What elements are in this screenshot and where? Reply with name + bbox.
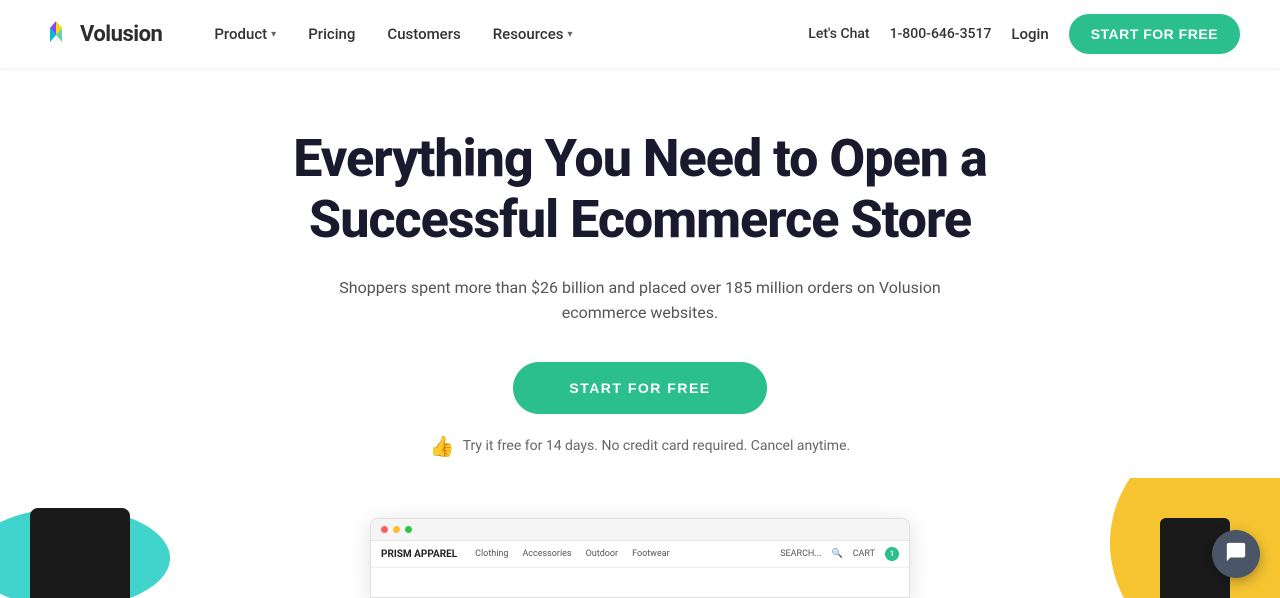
navbar: Volusion Product ▾ Pricing Customers Res… xyxy=(0,0,1280,68)
mock-store-actions: SEARCH... 🔍 CART 1 xyxy=(780,547,899,561)
search-icon: 🔍 xyxy=(831,549,842,559)
browser-dot-green xyxy=(405,526,412,533)
browser-content: PRISM APPAREL Clothing Accessories Outdo… xyxy=(371,541,909,568)
thumbs-up-icon: 👍 xyxy=(430,434,455,458)
dark-jacket-shape xyxy=(30,508,130,598)
chat-bubble-icon xyxy=(1225,541,1247,568)
chat-bubble-button[interactable] xyxy=(1212,530,1260,578)
hero-section: Everything You Need to Open a Successful… xyxy=(0,68,1280,488)
logo-label: Volusion xyxy=(80,22,162,47)
nav-pricing[interactable]: Pricing xyxy=(292,17,371,51)
mock-cart-badge: 1 xyxy=(885,547,899,561)
hero-subtitle: Shoppers spent more than $26 billion and… xyxy=(330,275,950,326)
lets-chat-link[interactable]: Let's Chat xyxy=(808,26,869,42)
browser-bar xyxy=(371,519,909,541)
nav-links: Product ▾ Pricing Customers Resources ▾ xyxy=(198,17,808,51)
hero-cta-button[interactable]: START FOR FREE xyxy=(513,362,766,414)
hero-title: Everything You Need to Open a Successful… xyxy=(240,128,1040,251)
mock-browser-preview: PRISM APPAREL Clothing Accessories Outdo… xyxy=(370,518,910,598)
nav-product[interactable]: Product ▾ xyxy=(198,17,292,51)
phone-number: 1-800-646-3517 xyxy=(890,26,992,42)
nav-resources[interactable]: Resources ▾ xyxy=(477,17,589,51)
mock-store-nav: Clothing Accessories Outdoor Footwear xyxy=(475,549,670,559)
trial-info: 👍 Try it free for 14 days. No credit car… xyxy=(430,434,850,458)
mock-nav-accessories: Accessories xyxy=(522,549,571,559)
mock-nav-outdoor: Outdoor xyxy=(586,549,619,559)
chevron-down-icon-2: ▾ xyxy=(568,29,573,40)
logo[interactable]: Volusion xyxy=(40,18,162,50)
mock-store-brand: PRISM APPAREL xyxy=(381,549,457,560)
nav-customers[interactable]: Customers xyxy=(371,17,476,51)
trial-text-label: Try it free for 14 days. No credit card … xyxy=(463,438,851,454)
mock-search-label: SEARCH... xyxy=(780,549,821,559)
nav-right: Let's Chat 1-800-646-3517 Login START FO… xyxy=(808,14,1240,54)
login-link[interactable]: Login xyxy=(1011,25,1048,43)
mock-nav-footwear: Footwear xyxy=(632,549,670,559)
left-decoration xyxy=(0,498,220,598)
mock-cart-label: CART xyxy=(853,549,875,559)
browser-dot-yellow xyxy=(393,526,400,533)
nav-cta-button[interactable]: START FOR FREE xyxy=(1069,14,1240,54)
mock-nav-clothing: Clothing xyxy=(475,549,508,559)
chevron-down-icon: ▾ xyxy=(271,29,276,40)
browser-dot-red xyxy=(381,526,388,533)
